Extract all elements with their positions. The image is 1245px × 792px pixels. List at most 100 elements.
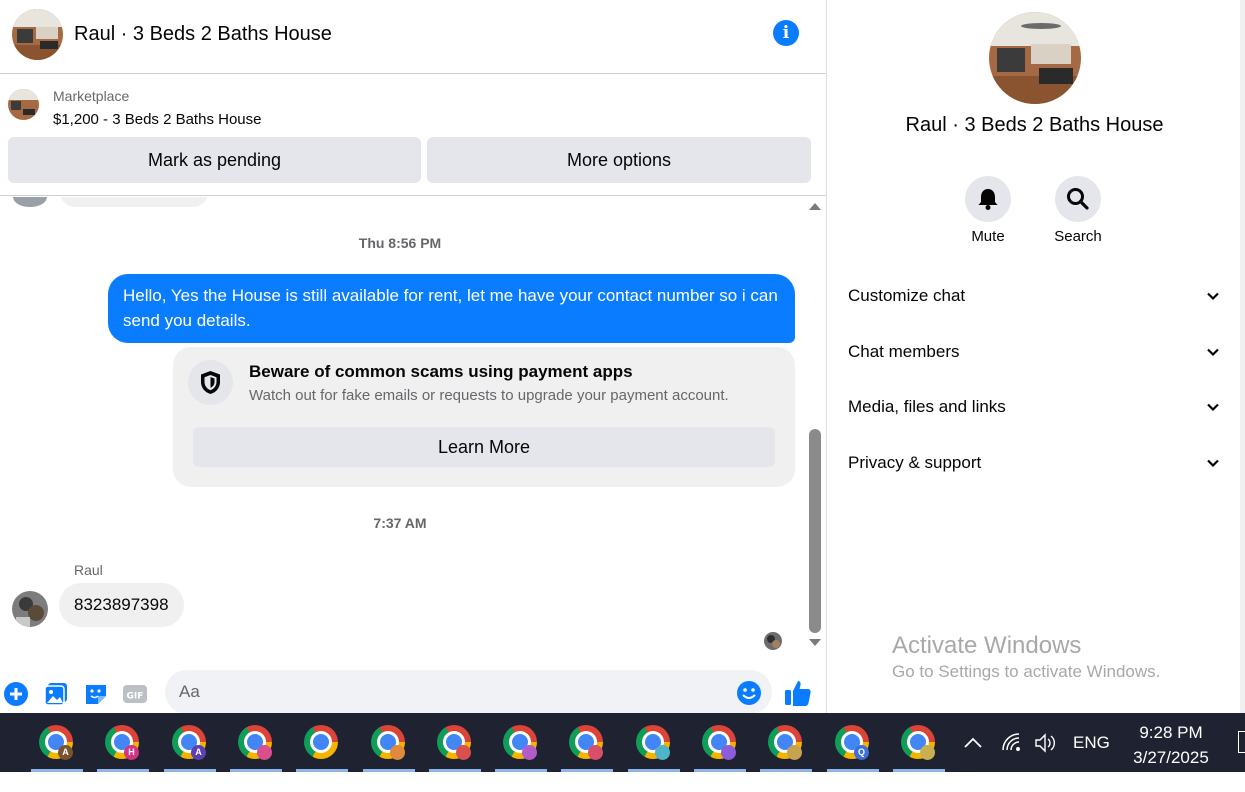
gif-icon[interactable]: GIF: [122, 681, 148, 707]
taskbar-chrome-window[interactable]: [495, 723, 547, 772]
profile-badge: [787, 745, 802, 760]
profile-badge: A: [191, 745, 206, 760]
profile-badge: [522, 745, 537, 760]
taskbar-chrome-window[interactable]: [561, 723, 613, 772]
taskbar-chrome-window[interactable]: A: [164, 723, 216, 772]
message-bubble: [60, 197, 208, 207]
chrome-icon: [304, 725, 338, 759]
mute-button[interactable]: Mute: [953, 176, 1023, 245]
scam-warning-card: Beware of common scams using payment app…: [173, 347, 795, 487]
mute-label: Mute: [971, 228, 1005, 245]
sticker-icon[interactable]: [83, 681, 109, 707]
clock[interactable]: 9:28 PM 3/27/2025: [1126, 720, 1216, 779]
scroll-up-arrow-icon[interactable]: [809, 203, 821, 210]
emoji-icon[interactable]: [736, 680, 762, 706]
avatar[interactable]: [12, 591, 48, 627]
outgoing-message[interactable]: Hello, Yes the House is still available …: [108, 274, 795, 343]
taskbar-chrome-window[interactable]: [230, 723, 282, 772]
learn-more-button[interactable]: Learn More: [193, 427, 775, 467]
warning-body: Watch out for fake emails or requests to…: [249, 387, 729, 404]
clock-date: 3/27/2025: [1133, 748, 1209, 767]
taskbar-chrome-window[interactable]: [429, 723, 481, 772]
chevron-down-icon: [1207, 459, 1219, 468]
listing-thumbnail[interactable]: [8, 89, 39, 120]
chevron-down-icon: [1207, 348, 1219, 357]
profile-badge: [390, 745, 405, 760]
svg-text:GIF: GIF: [127, 692, 144, 702]
avatar: [13, 197, 47, 207]
taskbar-chrome-window[interactable]: [363, 723, 415, 772]
taskbar-chrome-window[interactable]: [628, 723, 680, 772]
message-scrollbar[interactable]: [805, 197, 826, 659]
wifi-icon[interactable]: [1001, 732, 1023, 754]
chat-header: Raul · 3 Beds 2 Baths House i: [0, 0, 826, 74]
more-options-button[interactable]: More options: [427, 137, 811, 183]
listing-avatar[interactable]: [989, 12, 1081, 104]
section-privacy-support[interactable]: Privacy & support: [828, 439, 1238, 491]
taskbar-chrome-window[interactable]: H: [97, 723, 149, 772]
marketplace-bar: Marketplace $1,200 - 3 Beds 2 Baths Hous…: [0, 75, 826, 196]
listing-avatar[interactable]: [12, 9, 63, 60]
message-timestamp: 7:37 AM: [373, 515, 427, 531]
search-label: Search: [1054, 228, 1102, 245]
warning-title: Beware of common scams using payment app…: [249, 362, 633, 381]
taskbar-chrome-window[interactable]: [296, 723, 348, 772]
profile-badge: [721, 745, 736, 760]
conversation-info-panel: Raul · 3 Beds 2 Baths House Mute Search …: [828, 0, 1245, 713]
thumbs-up-icon[interactable]: [783, 678, 813, 708]
watermark-subtitle: Go to Settings to activate Windows.: [892, 662, 1161, 681]
taskbar-chrome-window[interactable]: [893, 723, 945, 772]
marketplace-label: Marketplace: [53, 88, 130, 104]
search-button[interactable]: Search: [1043, 176, 1113, 245]
section-chat-members[interactable]: Chat members: [828, 328, 1238, 380]
info-icon[interactable]: i: [773, 20, 799, 46]
volume-icon[interactable]: [1034, 732, 1058, 754]
message-timestamp: Thu 8:56 PM: [358, 235, 442, 251]
messenger-window: Raul · 3 Beds 2 Baths House i Marketplac…: [0, 0, 1245, 714]
bell-icon: [978, 189, 998, 210]
chevron-down-icon: [1207, 403, 1219, 412]
windows-taskbar: AHAQ ENG 9:28 PM 3/27/2025: [0, 713, 1245, 772]
section-label: Media, files and links: [848, 397, 1006, 416]
photo-icon[interactable]: [43, 681, 69, 707]
incoming-message[interactable]: 8323897398: [59, 583, 184, 627]
clock-time: 9:28 PM: [1139, 723, 1203, 742]
language-indicator[interactable]: ENG: [1073, 733, 1110, 792]
profile-badge: H: [124, 745, 139, 760]
chat-pane: Raul · 3 Beds 2 Baths House i Marketplac…: [0, 0, 827, 714]
chevron-down-icon: [1207, 292, 1219, 301]
profile-badge: [257, 745, 272, 760]
section-label: Privacy & support: [848, 453, 982, 472]
section-label: Chat members: [848, 342, 960, 361]
message-input[interactable]: [165, 670, 772, 714]
activate-windows-watermark: Activate Windows Go to Settings to activ…: [892, 632, 1160, 682]
listing-title[interactable]: $1,200 - 3 Beds 2 Baths House: [53, 111, 261, 128]
taskbar-chrome-window[interactable]: [760, 723, 812, 772]
taskbar-chrome-window[interactable]: A: [31, 723, 83, 772]
taskbar-chrome-window[interactable]: Q: [827, 723, 879, 772]
plus-icon[interactable]: [3, 681, 29, 707]
chat-title: Raul · 3 Beds 2 Baths House: [74, 23, 332, 45]
message-list: Thu 8:56 PM Hello, Yes the House is stil…: [0, 197, 805, 659]
section-media-files-links[interactable]: Media, files and links: [828, 383, 1238, 435]
profile-badge: [920, 745, 935, 760]
profile-badge: [588, 745, 603, 760]
scroll-down-arrow-icon[interactable]: [809, 639, 821, 646]
scrollbar-thumb[interactable]: [809, 429, 821, 633]
shield-icon: [188, 360, 233, 405]
sender-name: Raul: [74, 562, 103, 578]
notification-icon[interactable]: [1238, 731, 1245, 753]
composer: GIF: [0, 660, 826, 714]
profile-badge: [655, 745, 670, 760]
seen-indicator-avatar: [764, 632, 782, 650]
conversation-title: Raul · 3 Beds 2 Baths House: [905, 114, 1164, 136]
profile-badge: [456, 745, 471, 760]
section-customize-chat[interactable]: Customize chat: [828, 272, 1238, 324]
mark-as-pending-button[interactable]: Mark as pending: [8, 137, 421, 183]
watermark-title: Activate Windows: [892, 632, 1082, 659]
profile-badge: Q: [854, 745, 869, 760]
chevron-up-icon[interactable]: [962, 732, 984, 754]
taskbar-chrome-window[interactable]: [694, 723, 746, 772]
section-label: Customize chat: [848, 286, 966, 305]
window-edge: [1240, 0, 1245, 713]
